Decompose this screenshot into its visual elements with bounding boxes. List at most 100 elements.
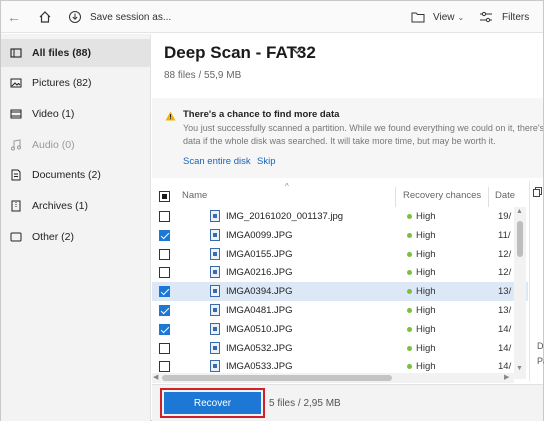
folder-icon	[411, 12, 425, 23]
sidebar-item-all-files[interactable]: All files (88)	[1, 39, 151, 67]
row-checkbox[interactable]	[159, 211, 170, 222]
table-row[interactable]: IMGA0155.JPG High 12/	[152, 245, 528, 264]
scroll-up-icon[interactable]: ▲	[516, 208, 523, 215]
table-header: Name Recovery chances Date	[152, 187, 528, 207]
sidebar-item-archives[interactable]: Archives (1)	[1, 192, 151, 220]
file-name: IMGA0532.JPG	[226, 342, 293, 354]
skip-link[interactable]: Skip	[257, 156, 275, 167]
toolbar: ← Save session as... View ⌄ Filters	[1, 1, 543, 33]
file-name: IMGA0216.JPG	[226, 267, 293, 279]
image-file-icon	[210, 360, 220, 373]
chevron-down-icon: ⌄	[457, 12, 465, 22]
table-row[interactable]: IMGA0216.JPG High 12/	[152, 263, 528, 282]
details-peek-text: D	[537, 341, 544, 351]
table-row[interactable]: IMGA0532.JPG High 14/	[152, 339, 528, 358]
sidebar-item-documents[interactable]: Documents (2)	[1, 161, 151, 189]
table-row[interactable]: IMGA0394.JPG High 13/	[152, 282, 528, 302]
sidebar-item-label: Other (2)	[32, 231, 75, 243]
recover-button[interactable]: Recover	[164, 392, 261, 414]
status-dot-icon	[407, 251, 412, 257]
save-session-label: Save session as...	[90, 11, 172, 23]
row-checkbox[interactable]	[159, 248, 170, 260]
sidebar-item-label: All files (88)	[32, 47, 91, 59]
archive-icon	[9, 199, 23, 213]
recovery-chance: High	[416, 267, 436, 279]
horizontal-scrollbar[interactable]: ◀ ▶	[152, 373, 514, 383]
selection-summary: 5 files / 2,95 MB	[269, 398, 341, 409]
image-file-icon	[210, 266, 220, 279]
row-checkbox[interactable]	[159, 286, 170, 298]
filters-button[interactable]: Filters	[479, 1, 529, 33]
file-name: IMGA0394.JPG	[226, 286, 293, 298]
vertical-scrollbar[interactable]: ▲ ▼	[514, 207, 526, 379]
video-icon	[9, 107, 23, 121]
sidebar-item-video[interactable]: Video (1)	[1, 100, 151, 128]
status-dot-icon	[407, 289, 412, 295]
row-checkbox[interactable]	[159, 323, 170, 335]
image-file-icon	[210, 247, 220, 260]
column-divider[interactable]	[488, 187, 489, 207]
scrollbar-thumb[interactable]	[162, 375, 392, 381]
chevron-down-icon[interactable]	[292, 47, 302, 55]
picture-icon	[9, 76, 23, 90]
row-checkbox[interactable]	[159, 361, 170, 373]
file-name: IMGA0155.JPG	[226, 248, 293, 260]
download-circle-icon	[69, 11, 81, 23]
file-name: IMGA0481.JPG	[226, 305, 293, 316]
home-icon	[39, 11, 51, 23]
scrollbar-thumb[interactable]	[517, 221, 523, 257]
image-file-icon	[210, 341, 220, 354]
sidebar: All files (88) Pictures (82) Video (1) A…	[1, 34, 151, 421]
other-icon	[9, 230, 23, 244]
warning-icon	[165, 111, 176, 121]
banner-title: There's a chance to find more data	[183, 109, 340, 120]
home-button[interactable]	[38, 1, 52, 33]
row-checkbox[interactable]	[159, 229, 170, 241]
save-session-button[interactable]: Save session as...	[68, 1, 171, 33]
recovery-chance: High	[416, 229, 436, 241]
table-row[interactable]: IMGA0099.JPG High 11/	[152, 226, 528, 245]
scroll-right-icon[interactable]: ▶	[504, 373, 509, 381]
details-panel-edge: D Pa	[529, 181, 544, 381]
details-peek-text: Pa	[537, 356, 544, 366]
file-name: IMG_20161020_001137.jpg	[226, 211, 344, 222]
view-dropdown[interactable]: View ⌄	[411, 1, 464, 33]
status-dot-icon	[407, 232, 412, 238]
file-name: IMGA0510.JPG	[226, 323, 293, 335]
app-window: ← Save session as... View ⌄ Filters All …	[0, 0, 544, 421]
scan-summary: 88 files / 55,9 MB	[164, 70, 242, 81]
sidebar-item-label: Documents (2)	[32, 169, 101, 181]
banner-body-line: You just successfully scanned a partitio…	[183, 123, 543, 133]
document-icon	[9, 168, 23, 182]
all-files-icon	[9, 46, 23, 60]
table-row[interactable]: IMGA0481.JPG High 13/	[152, 301, 528, 320]
recovery-chance: High	[416, 323, 436, 335]
table-row[interactable]: IMGA0510.JPG High 14/	[152, 320, 528, 339]
scroll-down-icon[interactable]: ▼	[516, 365, 523, 372]
status-dot-icon	[407, 270, 412, 276]
status-dot-icon	[407, 214, 412, 219]
column-divider[interactable]	[395, 187, 396, 207]
row-checkbox[interactable]	[159, 267, 170, 279]
column-date[interactable]: Date	[495, 190, 515, 201]
row-checkbox[interactable]	[159, 305, 170, 316]
select-all-checkbox[interactable]	[159, 191, 170, 202]
sidebar-item-label: Pictures (82)	[32, 77, 92, 89]
music-icon	[9, 138, 23, 152]
arrow-left-icon: ←	[7, 9, 21, 25]
sidebar-item-audio[interactable]: Audio (0)	[1, 131, 151, 159]
image-file-icon	[210, 322, 220, 335]
back-button[interactable]: ←	[7, 1, 21, 33]
copy-icon[interactable]	[533, 187, 542, 197]
banner-body-line: data if the whole disk was searched. It …	[183, 136, 496, 146]
table-row[interactable]: IMG_20161020_001137.jpg High 19/	[152, 207, 528, 226]
scroll-left-icon[interactable]: ◀	[153, 373, 158, 381]
image-file-icon	[210, 210, 220, 222]
row-checkbox[interactable]	[159, 342, 170, 354]
column-recovery-chances[interactable]: Recovery chances	[403, 190, 481, 201]
sidebar-item-pictures[interactable]: Pictures (82)	[1, 69, 151, 97]
recovery-chance: High	[416, 361, 436, 373]
column-name[interactable]: Name	[182, 190, 207, 201]
scan-entire-disk-link[interactable]: Scan entire disk	[183, 156, 251, 167]
sidebar-item-other[interactable]: Other (2)	[1, 223, 151, 251]
